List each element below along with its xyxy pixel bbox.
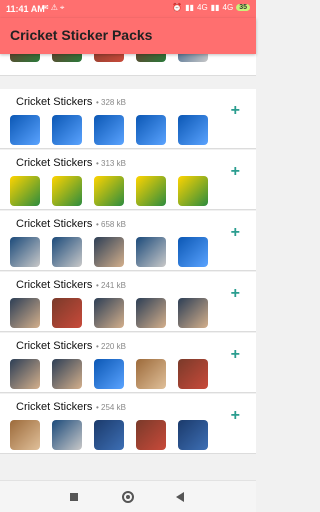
alarm-icon: ⏰ xyxy=(172,3,183,12)
sticker-thumb xyxy=(136,298,166,328)
sticker-thumb xyxy=(52,298,82,328)
system-nav-bar xyxy=(0,480,256,512)
add-pack-button[interactable]: + xyxy=(231,286,240,302)
sticker-thumb xyxy=(136,420,166,450)
app-bar: Cricket Sticker Packs xyxy=(0,18,256,54)
recents-square-icon[interactable] xyxy=(70,493,78,501)
sticker-thumbs xyxy=(10,359,208,389)
pack-size: • 220 kB xyxy=(96,342,126,351)
back-triangle-icon[interactable] xyxy=(176,492,184,502)
sticker-pack-row[interactable]: Cricket Stickers • 328 kB + xyxy=(0,89,256,149)
pack-name: Cricket Stickers xyxy=(16,279,93,291)
signal-icon-2: ▮▮ xyxy=(210,3,220,12)
sticker-thumb xyxy=(136,115,166,145)
sticker-thumb xyxy=(178,420,208,450)
sticker-pack-row[interactable]: + xyxy=(0,54,256,76)
sticker-thumb xyxy=(10,420,40,450)
sticker-thumb xyxy=(178,176,208,206)
map-icon: ⌖ xyxy=(59,3,65,12)
sticker-thumb xyxy=(10,237,40,267)
sticker-thumb xyxy=(94,359,124,389)
sticker-thumbs xyxy=(10,176,208,206)
chat-icon: ✉ xyxy=(42,3,49,12)
sticker-pack-list[interactable]: + Cricket Stickers • 328 kB + Cricket St… xyxy=(0,54,256,480)
add-pack-button[interactable]: + xyxy=(231,347,240,363)
sticker-thumbs xyxy=(10,237,208,267)
sticker-thumb xyxy=(10,54,40,62)
warning-icon: ⚠ xyxy=(50,3,58,12)
sticker-thumb xyxy=(52,359,82,389)
pack-name: Cricket Stickers xyxy=(16,96,93,108)
sticker-pack-row[interactable]: Cricket Stickers • 313 kB + xyxy=(0,150,256,210)
pack-name: Cricket Stickers xyxy=(16,340,93,352)
sticker-pack-row[interactable]: Cricket Stickers • 220 kB + xyxy=(0,333,256,393)
status-bar: 11:41 AM ✉ ⚠ ⌖ ⏰ ▮▮ 4G ▮▮ 4G 35 xyxy=(0,0,256,18)
signal-icon-1: ▮▮ xyxy=(185,3,195,12)
sticker-thumb xyxy=(178,54,208,62)
pack-size: • 241 kB xyxy=(96,281,126,290)
sticker-thumbs xyxy=(10,54,208,62)
add-pack-button[interactable]: + xyxy=(231,164,240,180)
sticker-thumb xyxy=(136,359,166,389)
sticker-thumb xyxy=(94,237,124,267)
status-right-icons: ⏰ ▮▮ 4G ▮▮ 4G 35 xyxy=(172,3,250,12)
sticker-thumb xyxy=(94,298,124,328)
sticker-thumb xyxy=(94,176,124,206)
sticker-thumb xyxy=(136,176,166,206)
status-time: 11:41 AM xyxy=(6,4,45,14)
sticker-thumb xyxy=(52,54,82,62)
sticker-thumb xyxy=(178,115,208,145)
battery-icon: 35 xyxy=(236,4,250,11)
sticker-thumb xyxy=(178,298,208,328)
sticker-thumb xyxy=(52,237,82,267)
sticker-pack-row[interactable]: Cricket Stickers • 254 kB + xyxy=(0,394,256,454)
sticker-thumb xyxy=(94,115,124,145)
sticker-thumbs xyxy=(10,298,208,328)
sticker-thumb xyxy=(52,115,82,145)
pack-size: • 658 kB xyxy=(96,220,126,229)
add-pack-button[interactable]: + xyxy=(231,225,240,241)
home-circle-icon[interactable] xyxy=(122,491,134,503)
sticker-thumb xyxy=(10,115,40,145)
pack-name: Cricket Stickers xyxy=(16,401,93,413)
network-type-2: 4G xyxy=(222,3,234,12)
sticker-thumb xyxy=(52,176,82,206)
pack-size: • 313 kB xyxy=(96,159,126,168)
status-left-icons: ✉ ⚠ ⌖ xyxy=(42,3,64,13)
sticker-thumb xyxy=(178,237,208,267)
sticker-thumb xyxy=(94,420,124,450)
add-pack-button[interactable]: + xyxy=(231,408,240,424)
sticker-thumb xyxy=(178,359,208,389)
pack-name: Cricket Stickers xyxy=(16,218,93,230)
sticker-thumb xyxy=(52,420,82,450)
pack-size: • 254 kB xyxy=(96,403,126,412)
page-title: Cricket Sticker Packs xyxy=(10,27,153,43)
add-pack-button[interactable]: + xyxy=(231,103,240,119)
pack-size: • 328 kB xyxy=(96,98,126,107)
sticker-pack-row[interactable]: Cricket Stickers • 658 kB + xyxy=(0,211,256,271)
sticker-thumb xyxy=(136,54,166,62)
sticker-thumbs xyxy=(10,420,208,450)
network-type-1: 4G xyxy=(197,3,208,12)
sticker-thumb xyxy=(10,298,40,328)
pack-name: Cricket Stickers xyxy=(16,157,93,169)
sticker-thumb xyxy=(94,54,124,62)
sticker-thumb xyxy=(10,176,40,206)
sticker-pack-row[interactable]: Cricket Stickers • 241 kB + xyxy=(0,272,256,332)
sticker-thumb xyxy=(10,359,40,389)
sticker-thumbs xyxy=(10,115,208,145)
sticker-thumb xyxy=(136,237,166,267)
